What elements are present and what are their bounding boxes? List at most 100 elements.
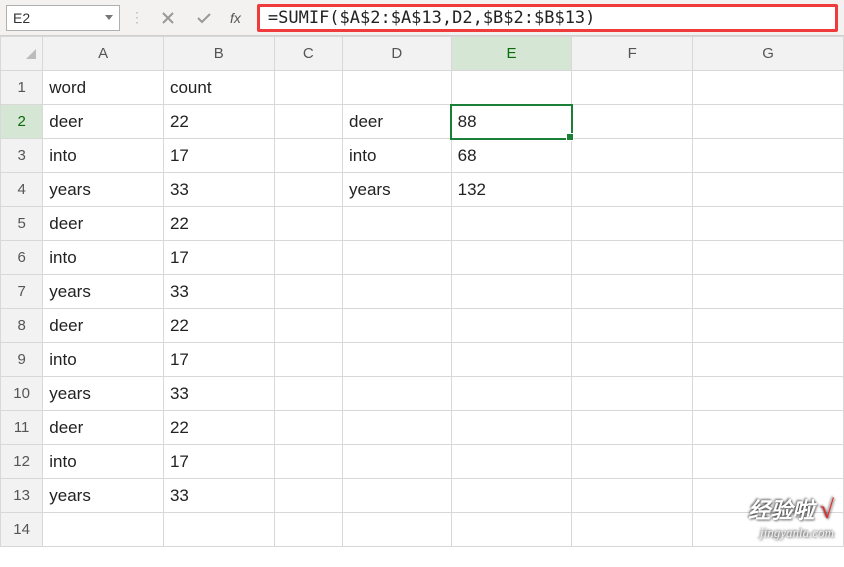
cell-G12[interactable] xyxy=(693,445,844,479)
cell-E9[interactable] xyxy=(451,343,572,377)
cell-F6[interactable] xyxy=(572,241,693,275)
cell-F10[interactable] xyxy=(572,377,693,411)
cell-B10[interactable]: 33 xyxy=(163,377,274,411)
cell-G2[interactable] xyxy=(693,105,844,139)
cell-F1[interactable] xyxy=(572,71,693,105)
cell-G8[interactable] xyxy=(693,309,844,343)
row-header[interactable]: 5 xyxy=(1,207,43,241)
cell-C1[interactable] xyxy=(274,71,342,105)
cell-G6[interactable] xyxy=(693,241,844,275)
cell-A12[interactable]: into xyxy=(43,445,164,479)
row-header[interactable]: 11 xyxy=(1,411,43,445)
fx-label[interactable]: fx xyxy=(226,10,245,26)
cell-F14[interactable] xyxy=(572,513,693,547)
cell-A11[interactable]: deer xyxy=(43,411,164,445)
cell-D3[interactable]: into xyxy=(343,139,452,173)
formula-input[interactable]: =SUMIF($A$2:$A$13,D2,$B$2:$B$13) xyxy=(257,4,838,32)
cell-G4[interactable] xyxy=(693,173,844,207)
cell-C2[interactable] xyxy=(274,105,342,139)
row-header[interactable]: 7 xyxy=(1,275,43,309)
name-box[interactable]: E2 xyxy=(6,5,120,31)
cell-E7[interactable] xyxy=(451,275,572,309)
col-header-C[interactable]: C xyxy=(274,37,342,71)
cell-E8[interactable] xyxy=(451,309,572,343)
cell-F2[interactable] xyxy=(572,105,693,139)
cell-F12[interactable] xyxy=(572,445,693,479)
cell-E11[interactable] xyxy=(451,411,572,445)
cell-B7[interactable]: 33 xyxy=(163,275,274,309)
cell-B3[interactable]: 17 xyxy=(163,139,274,173)
cell-G11[interactable] xyxy=(693,411,844,445)
col-header-B[interactable]: B xyxy=(163,37,274,71)
cell-B14[interactable] xyxy=(163,513,274,547)
cell-E12[interactable] xyxy=(451,445,572,479)
cell-E2[interactable]: 88 xyxy=(451,105,572,139)
row-header[interactable]: 13 xyxy=(1,479,43,513)
cell-C12[interactable] xyxy=(274,445,342,479)
cell-C4[interactable] xyxy=(274,173,342,207)
cell-D9[interactable] xyxy=(343,343,452,377)
cell-G13[interactable] xyxy=(693,479,844,513)
cell-G5[interactable] xyxy=(693,207,844,241)
row-header[interactable]: 2 xyxy=(1,105,43,139)
row-header[interactable]: 10 xyxy=(1,377,43,411)
row-header[interactable]: 8 xyxy=(1,309,43,343)
cell-C3[interactable] xyxy=(274,139,342,173)
cell-B2[interactable]: 22 xyxy=(163,105,274,139)
cell-A8[interactable]: deer xyxy=(43,309,164,343)
cell-D12[interactable] xyxy=(343,445,452,479)
cell-G7[interactable] xyxy=(693,275,844,309)
cell-C7[interactable] xyxy=(274,275,342,309)
cell-A13[interactable]: years xyxy=(43,479,164,513)
cell-B6[interactable]: 17 xyxy=(163,241,274,275)
cell-B13[interactable]: 33 xyxy=(163,479,274,513)
cell-E3[interactable]: 68 xyxy=(451,139,572,173)
cell-E4[interactable]: 132 xyxy=(451,173,572,207)
col-header-E[interactable]: E xyxy=(451,37,572,71)
cell-C5[interactable] xyxy=(274,207,342,241)
cell-G10[interactable] xyxy=(693,377,844,411)
cell-F3[interactable] xyxy=(572,139,693,173)
cell-D8[interactable] xyxy=(343,309,452,343)
cell-A10[interactable]: years xyxy=(43,377,164,411)
cell-D5[interactable] xyxy=(343,207,452,241)
cell-F5[interactable] xyxy=(572,207,693,241)
cell-F4[interactable] xyxy=(572,173,693,207)
cell-A6[interactable]: into xyxy=(43,241,164,275)
row-header[interactable]: 9 xyxy=(1,343,43,377)
cell-F8[interactable] xyxy=(572,309,693,343)
cell-D7[interactable] xyxy=(343,275,452,309)
cancel-formula-button[interactable] xyxy=(154,6,182,30)
cell-C13[interactable] xyxy=(274,479,342,513)
cell-C14[interactable] xyxy=(274,513,342,547)
cell-G3[interactable] xyxy=(693,139,844,173)
confirm-formula-button[interactable] xyxy=(190,6,218,30)
cell-C9[interactable] xyxy=(274,343,342,377)
cell-G9[interactable] xyxy=(693,343,844,377)
cell-C11[interactable] xyxy=(274,411,342,445)
col-header-F[interactable]: F xyxy=(572,37,693,71)
cell-F7[interactable] xyxy=(572,275,693,309)
chevron-down-icon[interactable] xyxy=(105,15,113,20)
cell-C6[interactable] xyxy=(274,241,342,275)
cell-B12[interactable]: 17 xyxy=(163,445,274,479)
cell-A5[interactable]: deer xyxy=(43,207,164,241)
cell-B4[interactable]: 33 xyxy=(163,173,274,207)
cell-A4[interactable]: years xyxy=(43,173,164,207)
cell-B9[interactable]: 17 xyxy=(163,343,274,377)
row-header[interactable]: 3 xyxy=(1,139,43,173)
row-header[interactable]: 12 xyxy=(1,445,43,479)
cell-F13[interactable] xyxy=(572,479,693,513)
cell-E14[interactable] xyxy=(451,513,572,547)
cell-D1[interactable] xyxy=(343,71,452,105)
cell-D11[interactable] xyxy=(343,411,452,445)
cell-E1[interactable] xyxy=(451,71,572,105)
cell-E6[interactable] xyxy=(451,241,572,275)
cell-A14[interactable] xyxy=(43,513,164,547)
cell-B8[interactable]: 22 xyxy=(163,309,274,343)
cell-D6[interactable] xyxy=(343,241,452,275)
cell-B11[interactable]: 22 xyxy=(163,411,274,445)
cell-E13[interactable] xyxy=(451,479,572,513)
cell-D13[interactable] xyxy=(343,479,452,513)
cell-A3[interactable]: into xyxy=(43,139,164,173)
